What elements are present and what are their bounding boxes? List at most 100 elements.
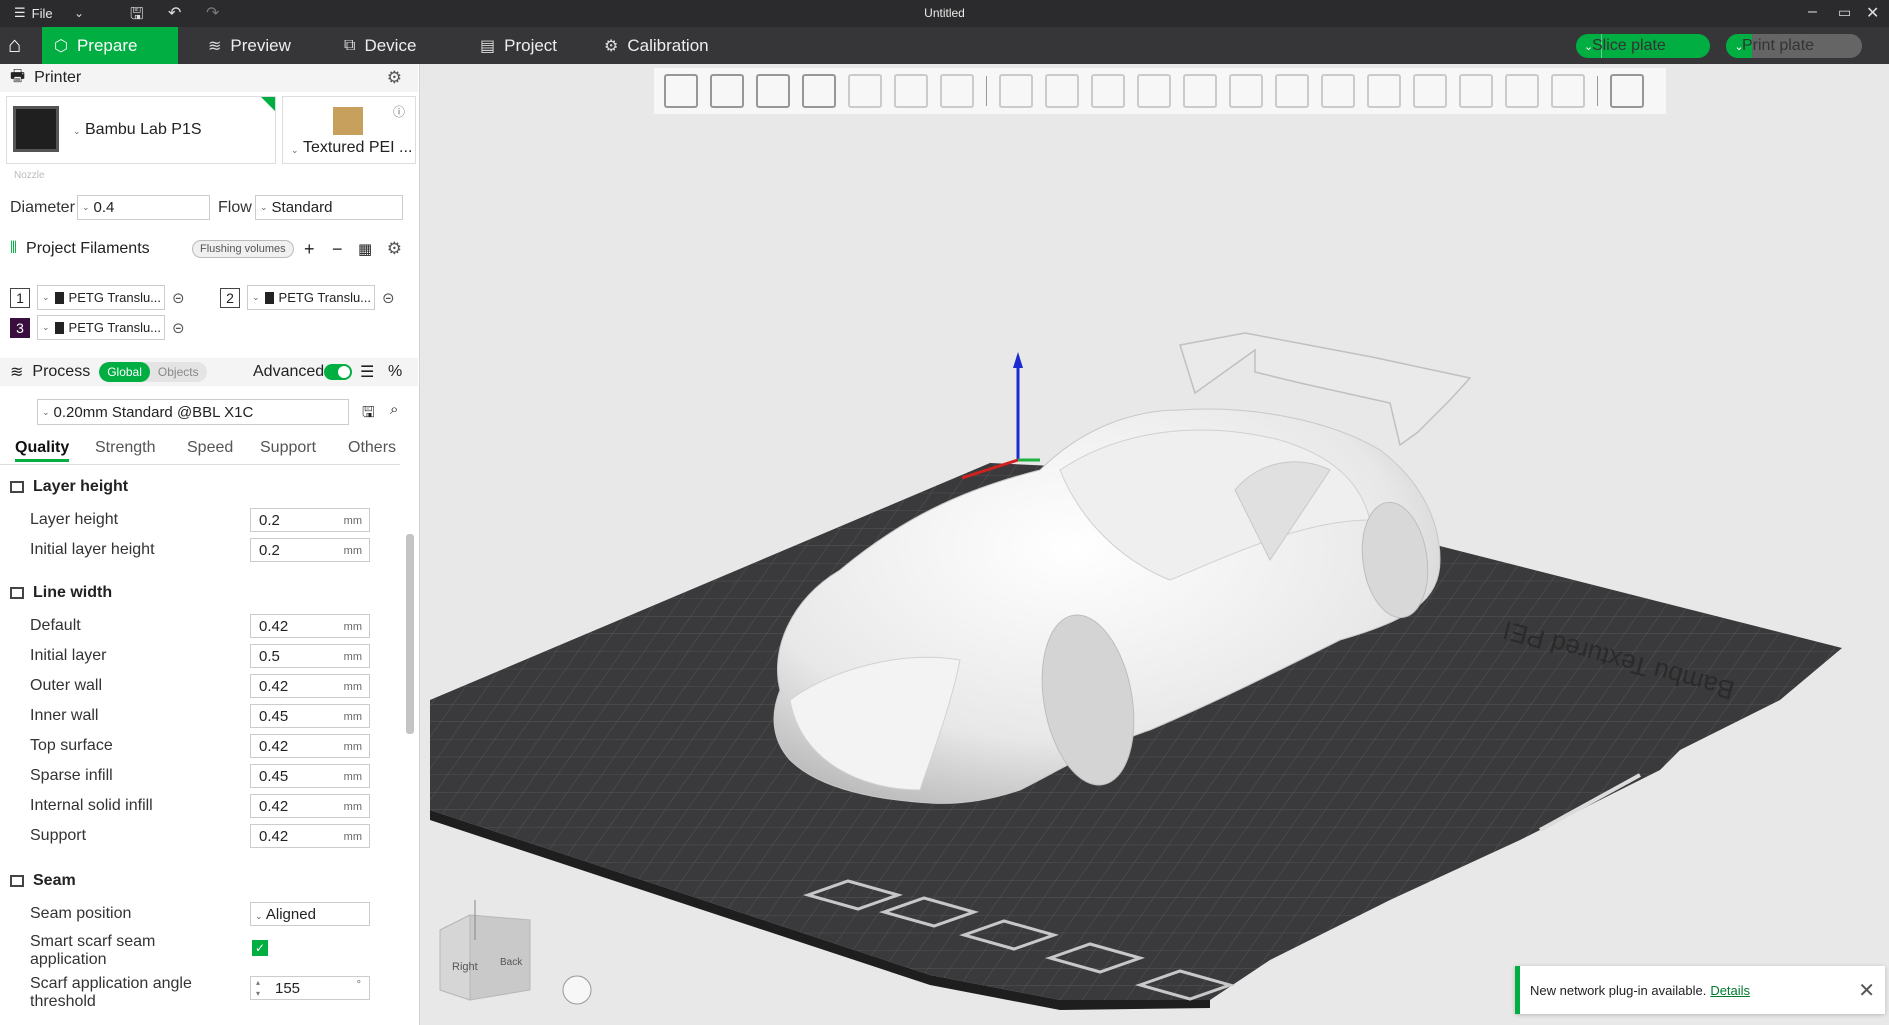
view-cube[interactable] xyxy=(439,900,531,1001)
unit-label: mm xyxy=(343,801,362,813)
more-icon[interactable]: ⊝ xyxy=(172,319,185,337)
scope-toggle[interactable]: Global Objects xyxy=(99,362,207,382)
diameter-select[interactable]: ⌄ 0.4 xyxy=(77,195,210,220)
advanced-toggle[interactable] xyxy=(324,364,352,380)
toolbar-separator xyxy=(986,76,987,106)
explode-icon[interactable] xyxy=(1610,74,1644,108)
flow-select[interactable]: ⌄ Standard xyxy=(255,195,403,220)
smart-scarf-checkbox[interactable]: ✓ xyxy=(252,940,268,956)
plugin-notification: New network plug-in available. Details ✕ xyxy=(1515,966,1885,1014)
setting-outer-wall-width: Outer wall 0.42 mm xyxy=(30,674,370,698)
tab-quality[interactable]: Quality xyxy=(15,439,70,462)
3d-viewport[interactable]: Bambu Textured PEI Right Back xyxy=(421,64,1889,1025)
more-icon[interactable]: ⊝ xyxy=(172,289,185,307)
auto-orient-icon[interactable] xyxy=(756,74,790,108)
arrange-icon[interactable] xyxy=(802,74,836,108)
fit-view-icon[interactable] xyxy=(1551,74,1585,108)
tab-support[interactable]: Support xyxy=(260,439,316,457)
setting-default-width: Default 0.42 mm xyxy=(30,614,370,638)
flushing-volumes-button[interactable]: Flushing volumes xyxy=(192,240,294,258)
tab-label: Prepare xyxy=(76,35,138,55)
tab-strength[interactable]: Strength xyxy=(95,439,155,457)
spinner-arrows-icon[interactable]: ▴ ▾ xyxy=(256,977,260,999)
sync-icon[interactable]: ▦ xyxy=(358,240,372,258)
split-parts-icon[interactable] xyxy=(894,74,928,108)
rotate-icon[interactable] xyxy=(1045,74,1079,108)
flow-label: Flow xyxy=(218,199,252,216)
boolean-icon[interactable] xyxy=(1229,74,1263,108)
tab-device[interactable]: ⧉ Device xyxy=(332,27,428,64)
support-paint-icon[interactable] xyxy=(1275,74,1309,108)
split-objects-icon[interactable] xyxy=(848,74,882,108)
close-window-icon[interactable]: ✕ xyxy=(1866,3,1879,23)
add-icon[interactable]: + xyxy=(304,239,315,260)
tab-prepare[interactable]: ⬡ Prepare xyxy=(42,27,178,64)
remove-icon[interactable]: − xyxy=(332,239,343,260)
plate-name: Textured PEI ... xyxy=(303,139,413,156)
measure-icon[interactable] xyxy=(1459,74,1493,108)
filament-select[interactable]: ⌄ PETG Translu... xyxy=(37,285,165,310)
chevron-down-icon: ⌄ xyxy=(42,406,50,417)
plate-selector[interactable]: ⓘ ⌄ Textured PEI ... xyxy=(282,96,416,164)
nozzle-label: Nozzle xyxy=(14,170,45,181)
minimize-icon[interactable]: – xyxy=(1808,3,1817,21)
setting-smart-scarf: Smart scarf seam application ✓ xyxy=(30,930,370,968)
save-preset-icon[interactable]: 🖫 xyxy=(362,402,375,427)
objects-option[interactable]: Objects xyxy=(150,362,207,382)
filament-select[interactable]: ⌄ PETG Translu... xyxy=(247,285,375,310)
home-icon[interactable]: ⌂ xyxy=(8,32,21,58)
tab-others[interactable]: Others xyxy=(348,439,396,457)
tab-speed[interactable]: Speed xyxy=(187,439,233,457)
seam-position-select[interactable]: ⌄ Aligned xyxy=(250,902,370,926)
setting-inner-wall-width: Inner wall 0.45 mm xyxy=(30,704,370,728)
cut-icon[interactable] xyxy=(1183,74,1217,108)
filament-slot-3[interactable]: 3 ⌄ PETG Translu... ⊝ xyxy=(10,315,185,340)
slot-number: 2 xyxy=(220,287,240,308)
assembly-icon[interactable] xyxy=(1505,74,1539,108)
selected-corner xyxy=(261,97,275,111)
setting-internal-solid-infill-width: Internal solid infill 0.42 mm xyxy=(30,794,370,818)
tab-project[interactable]: ▤ Project xyxy=(468,27,569,64)
seam-position-value: Aligned xyxy=(265,906,316,923)
camera-reset-icon[interactable] xyxy=(562,975,592,1005)
seam-paint-icon[interactable] xyxy=(1321,74,1355,108)
print-plate-button[interactable]: ⌄ Print plate xyxy=(1726,34,1862,58)
slot-number: 3 xyxy=(10,317,30,338)
scale-icon[interactable] xyxy=(1091,74,1125,108)
gear-icon[interactable]: ⚙ xyxy=(387,68,402,88)
plate-thumbnail xyxy=(333,107,363,135)
tab-calibration[interactable]: ⚙ Calibration xyxy=(592,27,721,64)
search-icon[interactable]: ⌕ xyxy=(390,401,398,418)
lay-on-face-icon[interactable] xyxy=(1137,74,1171,108)
color-paint-icon[interactable] xyxy=(1413,74,1447,108)
document-icon: ▤ xyxy=(480,37,496,55)
close-icon[interactable]: ✕ xyxy=(1858,978,1875,1003)
add-plate-icon[interactable] xyxy=(710,74,744,108)
printer-selector[interactable]: ⌄ Bambu Lab P1S xyxy=(6,96,276,164)
move-icon[interactable] xyxy=(999,74,1033,108)
gear-icon[interactable]: ⚙ xyxy=(387,239,402,259)
line-width-icon xyxy=(10,587,24,599)
add-object-icon[interactable] xyxy=(664,74,698,108)
more-icon[interactable]: ⊝ xyxy=(382,289,395,307)
layers-editing-icon[interactable] xyxy=(940,74,974,108)
slice-plate-button[interactable]: ⌄ Slice plate xyxy=(1576,34,1710,58)
scarf-angle-spinner[interactable]: ▴ ▾ 155 ° xyxy=(250,976,370,1000)
list-icon[interactable]: ☰ xyxy=(360,362,374,382)
maximize-icon[interactable]: ▭ xyxy=(1838,4,1851,21)
filament-slot-1[interactable]: 1 ⌄ PETG Translu... ⊝ xyxy=(10,285,185,310)
info-icon[interactable]: ⓘ xyxy=(393,103,405,120)
process-preset-select[interactable]: ⌄ 0.20mm Standard @BBL X1C xyxy=(37,399,349,425)
filament-slot-2[interactable]: 2 ⌄ PETG Translu... ⊝ xyxy=(220,285,395,310)
filament-name: PETG Translu... xyxy=(68,320,162,335)
filament-select[interactable]: ⌄ PETG Translu... xyxy=(37,315,165,340)
setting-sparse-infill-width: Sparse infill 0.45 mm xyxy=(30,764,370,788)
tab-preview[interactable]: ≋ Preview xyxy=(196,27,303,64)
details-link[interactable]: Details xyxy=(1710,983,1750,998)
text-icon[interactable] xyxy=(1367,74,1401,108)
percent-icon[interactable]: % xyxy=(388,363,402,381)
notification-text: New network plug-in available. xyxy=(1530,982,1707,998)
preset-name: 0.20mm Standard @BBL X1C xyxy=(53,403,254,421)
global-option[interactable]: Global xyxy=(99,362,150,382)
settings-scrollbar[interactable] xyxy=(406,534,414,734)
